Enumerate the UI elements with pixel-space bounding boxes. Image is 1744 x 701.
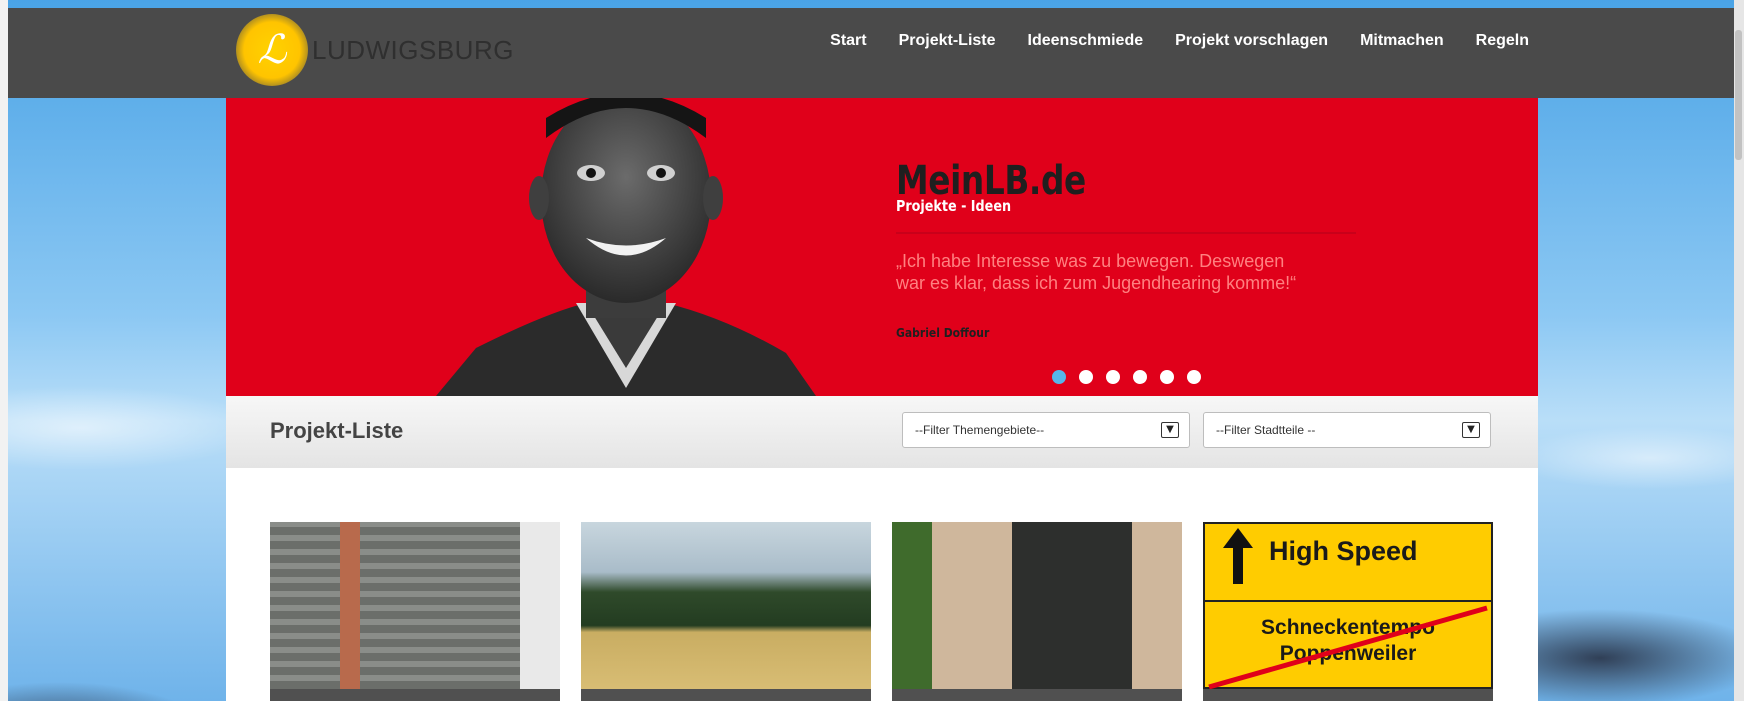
main-nav: Start Projekt-Liste Ideenschmiede Projek… bbox=[830, 32, 1529, 50]
chevron-down-icon[interactable]: ▼ bbox=[1462, 422, 1480, 438]
nav-regeln[interactable]: Regeln bbox=[1476, 32, 1529, 50]
slider-dot-6[interactable] bbox=[1187, 370, 1201, 384]
filter-stadtteile-value: --Filter Stadtteile -- bbox=[1216, 423, 1316, 437]
arrow-up-icon bbox=[1223, 528, 1253, 584]
sign-high-speed: High Speed bbox=[1269, 536, 1418, 566]
road-sign-image: High Speed Schneckentempo Poppenweiler bbox=[1203, 522, 1493, 690]
slider-dot-1[interactable] bbox=[1052, 370, 1066, 384]
project-tile-building[interactable] bbox=[892, 522, 1182, 701]
nav-projekt-liste[interactable]: Projekt-Liste bbox=[899, 32, 996, 50]
slider-dot-5[interactable] bbox=[1160, 370, 1174, 384]
main-content: MeinLB.de Projekte - Ideen „Ich habe Int… bbox=[226, 98, 1538, 701]
hero-slider: MeinLB.de Projekte - Ideen „Ich habe Int… bbox=[226, 98, 1538, 396]
slider-dot-4[interactable] bbox=[1133, 370, 1147, 384]
project-tile-field[interactable] bbox=[581, 522, 871, 701]
hero-subtitle: Projekte - Ideen bbox=[896, 197, 1012, 215]
window-edge-left bbox=[0, 0, 8, 701]
slider-dots bbox=[1052, 370, 1201, 384]
slider-dot-2[interactable] bbox=[1079, 370, 1093, 384]
tile-caption-bar bbox=[892, 689, 1182, 701]
building-balcony-image bbox=[892, 522, 1182, 689]
tile-caption-bar bbox=[1203, 689, 1493, 701]
tile-caption-bar bbox=[270, 689, 560, 701]
nav-start[interactable]: Start bbox=[830, 32, 866, 50]
wheat-field-image bbox=[581, 522, 871, 689]
project-tile-sign[interactable]: High Speed Schneckentempo Poppenweiler bbox=[1203, 522, 1493, 701]
sign-top-panel: High Speed bbox=[1205, 524, 1491, 602]
tile-caption-bar bbox=[581, 689, 871, 701]
slider-dot-3[interactable] bbox=[1106, 370, 1120, 384]
logo-text: LUDWIGSBURG bbox=[312, 34, 514, 65]
filter-stadtteile-select[interactable]: --Filter Stadtteile -- ▼ bbox=[1203, 412, 1491, 448]
nav-projekt-vorschlagen[interactable]: Projekt vorschlagen bbox=[1175, 32, 1328, 50]
nav-mitmachen[interactable]: Mitmachen bbox=[1360, 32, 1444, 50]
scrollbar-thumb[interactable] bbox=[1735, 30, 1742, 160]
ludwigsburg-logo-icon: ℒ bbox=[236, 14, 308, 86]
aerial-map-image bbox=[270, 522, 560, 689]
scrollbar-track[interactable] bbox=[1734, 0, 1744, 701]
hero-portrait bbox=[436, 98, 816, 396]
filter-themengebiete-select[interactable]: --Filter Themengebiete-- ▼ bbox=[902, 412, 1190, 448]
nav-ideenschmiede[interactable]: Ideenschmiede bbox=[1028, 32, 1144, 50]
hero-author: Gabriel Doffour bbox=[896, 326, 990, 340]
project-tile-aerial[interactable] bbox=[270, 522, 560, 701]
hero-divider bbox=[896, 232, 1356, 234]
chevron-down-icon[interactable]: ▼ bbox=[1161, 422, 1179, 438]
strike-line-icon bbox=[1208, 605, 1488, 690]
hero-quote: „Ich habe Interesse was zu bewegen. Desw… bbox=[896, 251, 1297, 293]
site-header: ℒ LUDWIGSBURG Start Projekt-Liste Ideens… bbox=[8, 8, 1734, 98]
filter-themengebiete-value: --Filter Themengebiete-- bbox=[915, 423, 1045, 437]
project-list-bar: Projekt-Liste --Filter Themengebiete-- ▼… bbox=[226, 396, 1538, 468]
site-logo[interactable]: ℒ LUDWIGSBURG bbox=[236, 14, 514, 86]
project-list-title: Projekt-Liste bbox=[270, 418, 404, 443]
